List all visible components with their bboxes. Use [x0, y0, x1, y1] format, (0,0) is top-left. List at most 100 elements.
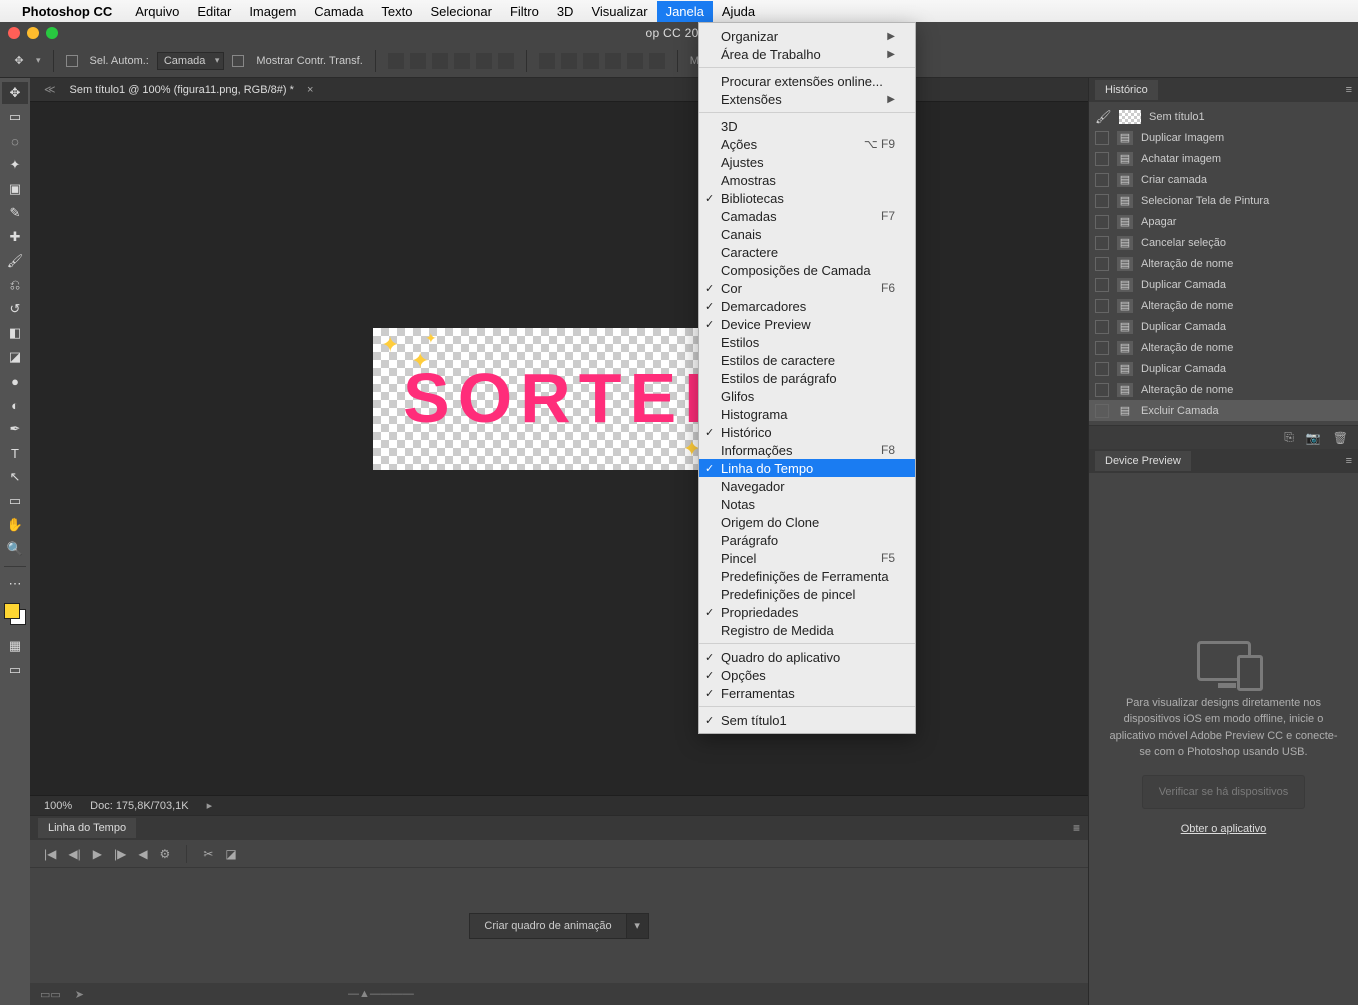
menu-filtro[interactable]: Filtro: [501, 1, 548, 22]
visibility-box[interactable]: [1095, 194, 1109, 208]
menu-item[interactable]: ✓CorF6: [699, 279, 915, 297]
show-transform-checkbox[interactable]: [232, 55, 244, 67]
visibility-box[interactable]: [1095, 215, 1109, 229]
distribute-icon[interactable]: [583, 53, 599, 69]
visibility-box[interactable]: [1095, 257, 1109, 271]
history-snapshot[interactable]: 🖌 Sem título1: [1089, 106, 1358, 127]
menu-item[interactable]: ✓Device Preview: [699, 315, 915, 333]
distribute-icon[interactable]: [627, 53, 643, 69]
history-brush-tool[interactable]: ↺: [2, 298, 28, 320]
history-step[interactable]: ▤Selecionar Tela de Pintura: [1089, 190, 1358, 211]
menu-item[interactable]: Ajustes: [699, 153, 915, 171]
get-app-link[interactable]: Obter o aplicativo: [1181, 821, 1267, 838]
history-step[interactable]: ▤Duplicar Camada: [1089, 358, 1358, 379]
auto-select-checkbox[interactable]: [66, 55, 78, 67]
quick-mask[interactable]: ▦: [2, 635, 28, 657]
doc-size[interactable]: Doc: 175,8K/703,1K: [90, 800, 188, 812]
menu-item[interactable]: Registro de Medida: [699, 621, 915, 639]
path-tool[interactable]: ↖: [2, 466, 28, 488]
trash-icon[interactable]: 🗑: [1333, 431, 1348, 445]
menu-item[interactable]: CamadasF7: [699, 207, 915, 225]
distribute-icon[interactable]: [561, 53, 577, 69]
dodge-tool[interactable]: ◐: [2, 394, 28, 416]
history-step[interactable]: ▤Criar camada: [1089, 169, 1358, 190]
menu-visualizar[interactable]: Visualizar: [582, 1, 656, 22]
menu-item[interactable]: Predefinições de Ferramenta: [699, 567, 915, 585]
align-icon[interactable]: [432, 53, 448, 69]
menu-item[interactable]: ✓Opções: [699, 666, 915, 684]
visibility-box[interactable]: [1095, 278, 1109, 292]
pen-tool[interactable]: ✒: [2, 418, 28, 440]
align-icon[interactable]: [454, 53, 470, 69]
menu-ajuda[interactable]: Ajuda: [713, 1, 764, 22]
menu-item[interactable]: ✓Linha do Tempo: [699, 459, 915, 477]
slider-track[interactable]: —▲————: [348, 988, 414, 1000]
prev-frame-icon[interactable]: ◀|: [68, 847, 80, 861]
next-frame-icon[interactable]: |▶: [114, 847, 126, 861]
menu-item[interactable]: Parágrafo: [699, 531, 915, 549]
distribute-icon[interactable]: [605, 53, 621, 69]
scissors-icon[interactable]: ✂: [203, 847, 213, 861]
menu-item[interactable]: Estilos: [699, 333, 915, 351]
shape-tool[interactable]: ▭: [2, 490, 28, 512]
first-frame-icon[interactable]: |◀: [44, 847, 56, 861]
history-step[interactable]: ▤Duplicar Imagem: [1089, 127, 1358, 148]
type-tool[interactable]: T: [2, 442, 28, 464]
menu-editar[interactable]: Editar: [188, 1, 240, 22]
align-icon[interactable]: [410, 53, 426, 69]
menu-item[interactable]: PincelF5: [699, 549, 915, 567]
menu-item[interactable]: ✓Bibliotecas: [699, 189, 915, 207]
menu-camada[interactable]: Camada: [305, 1, 372, 22]
menu-item[interactable]: Ações⌥ F9: [699, 135, 915, 153]
menu-item[interactable]: Estilos de caractere: [699, 351, 915, 369]
menu-item[interactable]: ✓Propriedades: [699, 603, 915, 621]
menu-item[interactable]: Organizar▶: [699, 27, 915, 45]
hand-tool[interactable]: ✋: [2, 514, 28, 536]
visibility-box[interactable]: [1095, 152, 1109, 166]
menu-item[interactable]: Predefinições de pincel: [699, 585, 915, 603]
menu-item[interactable]: ✓Ferramentas: [699, 684, 915, 702]
menu-item[interactable]: Caractere: [699, 243, 915, 261]
close-tab-icon[interactable]: ×: [307, 84, 313, 96]
menu-item[interactable]: Glifos: [699, 387, 915, 405]
menu-item[interactable]: ✓Quadro do aplicativo: [699, 648, 915, 666]
auto-select-dropdown[interactable]: Camada: [157, 52, 225, 70]
timeline-footer-icon[interactable]: ▭▭: [40, 988, 61, 1001]
create-frame-button[interactable]: Criar quadro de animação: [469, 913, 626, 939]
menu-item[interactable]: ✓Sem título1: [699, 711, 915, 729]
menu-item[interactable]: Canais: [699, 225, 915, 243]
history-step[interactable]: ▤Alteração de nome: [1089, 253, 1358, 274]
panel-menu-icon[interactable]: ≡: [1346, 455, 1352, 467]
align-icon[interactable]: [476, 53, 492, 69]
close-icon[interactable]: [8, 27, 20, 39]
visibility-box[interactable]: [1095, 173, 1109, 187]
blur-tool[interactable]: ●: [2, 370, 28, 392]
timeline-tab[interactable]: Linha do Tempo: [38, 818, 136, 838]
menu-item[interactable]: Composições de Camada: [699, 261, 915, 279]
distribute-icon[interactable]: [539, 53, 555, 69]
settings-icon[interactable]: ⚙: [160, 847, 171, 861]
menu-item[interactable]: Navegador: [699, 477, 915, 495]
visibility-box[interactable]: [1095, 383, 1109, 397]
zoom-level[interactable]: 100%: [44, 800, 72, 812]
menu-item[interactable]: Estilos de parágrafo: [699, 369, 915, 387]
eraser-tool[interactable]: ◧: [2, 322, 28, 344]
menu-item[interactable]: 3D: [699, 117, 915, 135]
status-arrow-icon[interactable]: ▸: [207, 799, 213, 812]
gradient-tool[interactable]: ◪: [2, 346, 28, 368]
align-icon[interactable]: [388, 53, 404, 69]
zoom-icon[interactable]: [46, 27, 58, 39]
minimize-icon[interactable]: [27, 27, 39, 39]
stamp-tool[interactable]: ⎌: [2, 274, 28, 296]
transition-icon[interactable]: ◪: [225, 847, 236, 861]
play-icon[interactable]: ▶: [93, 847, 102, 861]
zoom-tool[interactable]: 🔍: [2, 538, 28, 560]
visibility-box[interactable]: [1095, 404, 1109, 418]
visibility-box[interactable]: [1095, 299, 1109, 313]
check-devices-button[interactable]: Verificar se há dispositivos: [1142, 775, 1306, 810]
visibility-box[interactable]: [1095, 362, 1109, 376]
visibility-box[interactable]: [1095, 236, 1109, 250]
healing-tool[interactable]: ✚: [2, 226, 28, 248]
eyedropper-tool[interactable]: ✎: [2, 202, 28, 224]
history-step[interactable]: ▤Duplicar Camada: [1089, 316, 1358, 337]
